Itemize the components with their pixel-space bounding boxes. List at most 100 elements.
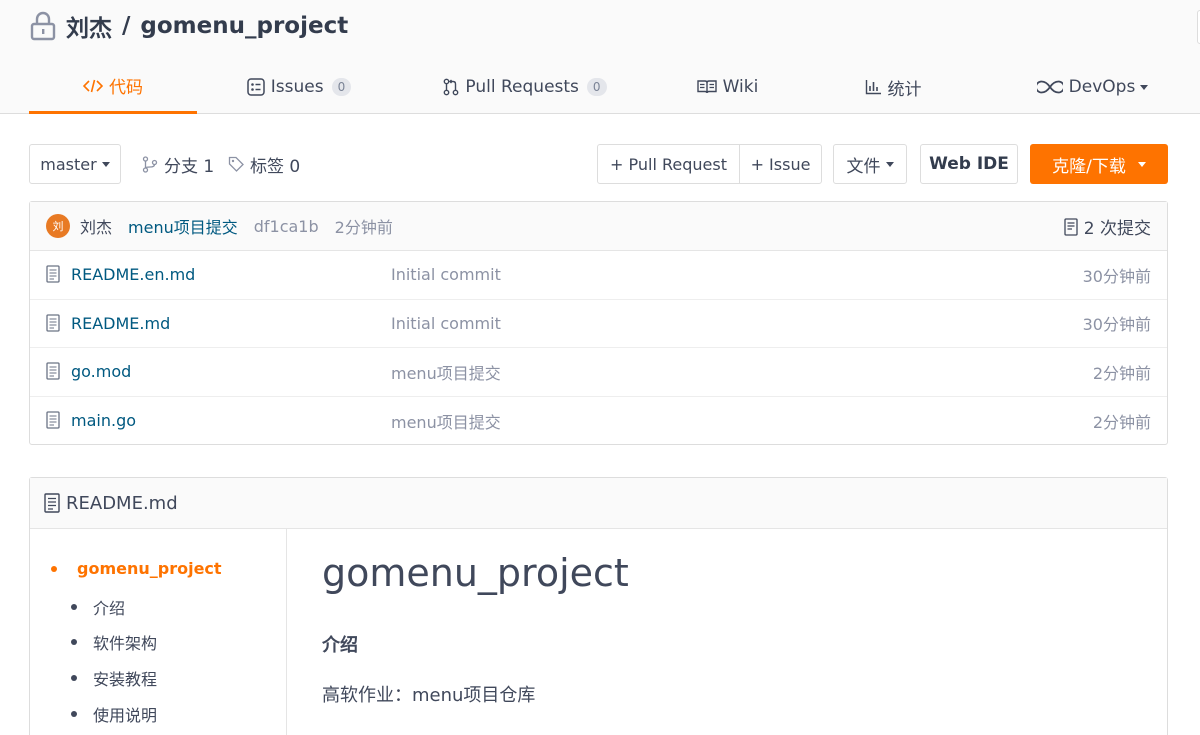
toc-item-label: 安装教程 [93,670,158,689]
issues-count-badge: 0 [331,78,352,96]
chevron-down-icon [101,161,110,167]
new-pull-request-button[interactable]: + Pull Request [598,145,739,183]
commit-sha[interactable]: df1ca1b [254,217,319,236]
toc-item[interactable]: 安装教程 [71,666,157,690]
file-commit-message[interactable]: menu项目提交 [391,360,501,384]
file-icon [46,362,60,384]
issues-icon [247,78,265,96]
readme-panel: README.md gomenu_project 介绍 软件架构 安装教程 使用… [29,477,1168,735]
file-commit-message[interactable]: Initial commit [391,265,501,284]
tab-statistics-label: 统计 [887,79,922,100]
commit-message[interactable]: menu项目提交 [128,214,238,238]
bullet-icon [71,675,77,681]
table-row: main.go menu项目提交 2分钟前 [30,397,1167,446]
file-name-link[interactable]: README.en.md [71,265,195,284]
file-commit-time: 2分钟前 [1092,412,1151,432]
tab-issues-label: Issues [270,77,324,97]
tags-label: 标签 0 [250,156,301,177]
branches-link[interactable]: 分支 1 [142,144,214,184]
branches-label: 分支 1 [164,156,215,177]
lock-icon [30,11,56,41]
readme-filename: README.md [66,492,178,514]
readme-intro-text: 高软作业：menu项目仓库 [322,685,536,706]
file-name-link[interactable]: go.mod [71,362,131,381]
file-commit-time: 30分钟前 [1082,315,1151,335]
wiki-icon [696,79,717,95]
file-commit-time: 30分钟前 [1082,266,1151,286]
tab-wiki-label: Wiki [722,77,759,97]
tab-wiki[interactable]: Wiki [690,62,765,112]
file-name-link[interactable]: README.md [71,314,170,333]
readme-toc: gomenu_project 介绍 软件架构 安装教程 使用说明 [30,529,287,735]
toc-item-label: 使用说明 [93,706,158,725]
tab-pull-requests-label: Pull Requests [465,77,579,97]
create-button-group: + Pull Request + Issue [597,144,822,184]
pull-requests-count-badge: 0 [586,78,607,96]
pull-request-icon [443,78,459,96]
new-issue-button[interactable]: + Issue [739,145,821,183]
file-menu-label: 文件 [846,156,881,177]
toc-item-label: gomenu_project [77,559,222,578]
commit-count-link[interactable]: 2 次提交 [1064,202,1151,251]
repo-name[interactable]: gomenu_project [140,13,348,39]
file-icon [46,265,60,287]
file-name-link[interactable]: main.go [71,411,136,430]
toc-item[interactable]: gomenu_project [51,559,222,578]
bullet-icon [71,639,77,645]
readme-header: README.md [30,478,1167,529]
web-ide-button[interactable]: Web IDE [920,144,1018,184]
readme-title: gomenu_project [322,551,629,595]
bullet-icon [71,604,77,610]
tab-pull-requests[interactable]: Pull Requests 0 [440,62,610,112]
bullet-icon [71,711,77,717]
branch-icon [142,155,158,173]
clone-download-button[interactable]: 克隆/下载 [1030,144,1168,184]
repo-title: 刘杰 / gomenu_project [30,10,348,42]
clone-download-label: 克隆/下载 [1052,156,1126,177]
file-commit-message[interactable]: Initial commit [391,314,501,333]
commit-count-label: 2 次提交 [1083,219,1151,239]
tab-code[interactable]: 代码 [29,62,197,114]
readme-file-icon [44,493,60,513]
bullet-icon [51,565,57,572]
file-icon [46,410,60,433]
repo-owner[interactable]: 刘杰 [66,9,112,43]
commits-icon [1064,217,1078,236]
repo-header: 刘杰 / gomenu_project 代码 Issues 0 Pull Req… [0,0,1200,114]
infinity-icon [1036,80,1063,94]
chevron-down-icon [1137,161,1146,167]
file-icon [46,313,60,336]
avatar[interactable]: 刘 [46,214,70,238]
tab-devops[interactable]: DevOps [1030,62,1155,112]
repo-separator: / [122,13,131,39]
branch-selector[interactable]: master [29,144,121,184]
branch-selector-label: master [40,154,97,174]
table-row: go.mod menu项目提交 2分钟前 [30,348,1167,397]
tab-code-label: 代码 [109,78,143,98]
chart-icon [865,79,882,95]
toc-item[interactable]: 软件架构 [71,630,157,654]
toc-item[interactable]: 使用说明 [71,702,157,726]
file-commit-time: 2分钟前 [1092,363,1151,383]
toc-item[interactable]: 介绍 [71,595,125,619]
toc-item-label: 介绍 [93,599,126,618]
readme-section-heading: 介绍 [322,635,358,656]
commit-author[interactable]: 刘杰 [80,214,112,238]
chevron-down-icon [885,161,894,167]
table-row: README.en.md Initial commit 30分钟前 [30,251,1167,300]
file-menu-button[interactable]: 文件 [833,144,907,184]
file-list: 刘 刘杰 menu项目提交 df1ca1b 2分钟前 2 次提交 README.… [29,201,1168,445]
latest-commit-bar: 刘 刘杰 menu项目提交 df1ca1b 2分钟前 2 次提交 [30,202,1167,251]
file-commit-message[interactable]: menu项目提交 [391,409,501,433]
repo-tabs: 代码 Issues 0 Pull Requests 0 Wiki 统计 DevO… [0,62,1200,114]
tag-icon [228,156,244,172]
tags-link[interactable]: 标签 0 [228,144,300,184]
chevron-down-icon [1140,84,1149,90]
toc-item-label: 软件架构 [93,634,158,653]
commit-time: 2分钟前 [334,218,393,237]
tab-devops-label: DevOps [1068,77,1136,97]
code-icon [83,78,103,94]
tab-issues[interactable]: Issues 0 [240,62,358,112]
tab-statistics[interactable]: 统计 [855,62,931,112]
table-row: README.md Initial commit 30分钟前 [30,300,1167,348]
